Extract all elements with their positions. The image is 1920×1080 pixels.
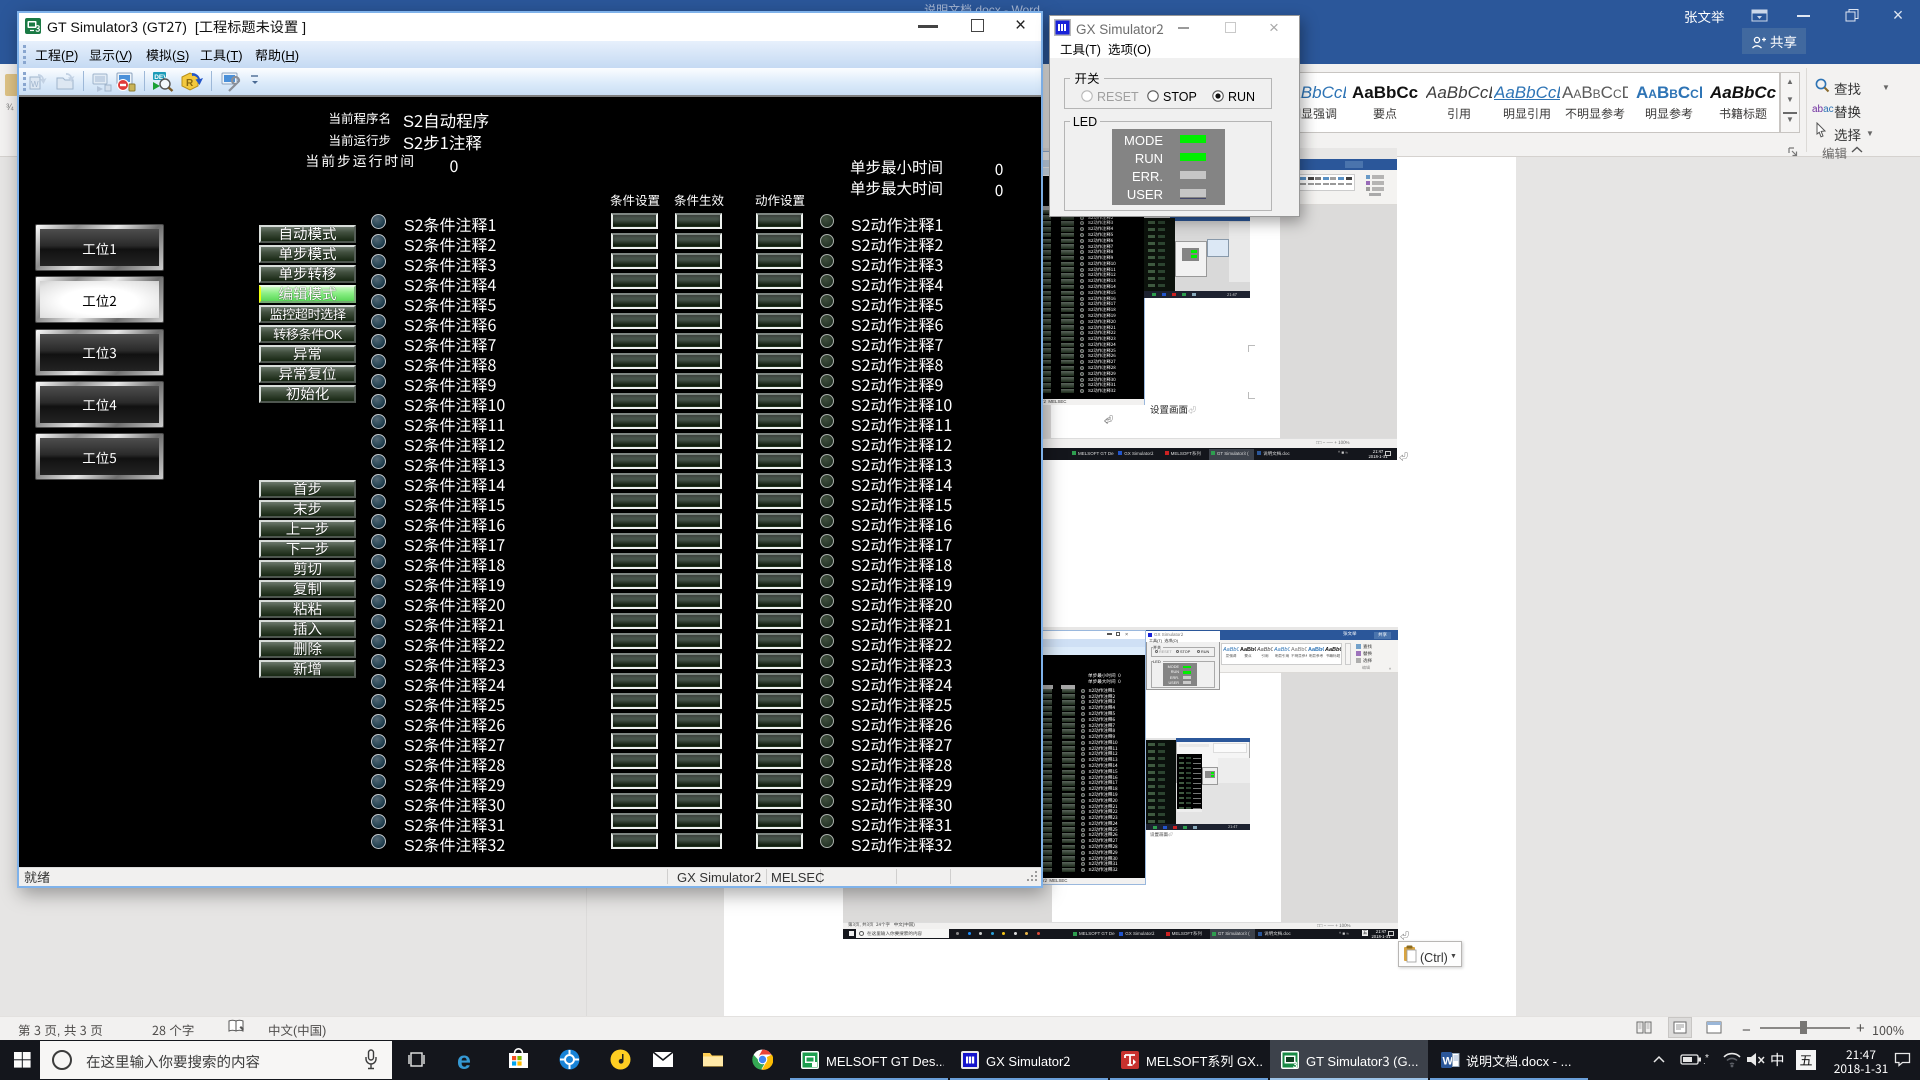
svg-text:W: W [1443, 1053, 1454, 1069]
svg-text:3: 3 [36, 23, 41, 35]
svg-text:W: W [31, 79, 39, 90]
svg-text:3: 3 [1293, 1060, 1298, 1071]
svg-text:R: R [186, 74, 194, 89]
